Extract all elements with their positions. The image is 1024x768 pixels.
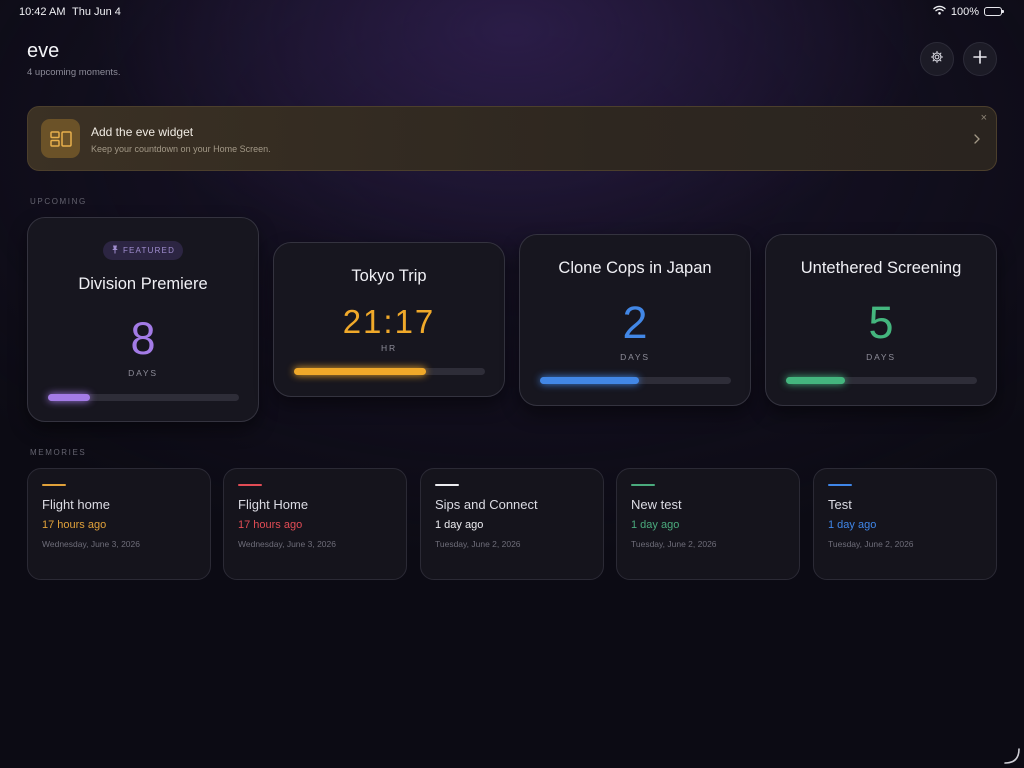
banner-close-button[interactable]: × bbox=[981, 113, 987, 124]
status-bar: 10:42 AM Thu Jun 4 100% bbox=[0, 0, 1024, 24]
event-card[interactable]: Clone Cops in Japan 2 DAYS bbox=[519, 234, 751, 406]
memory-date: Tuesday, June 2, 2026 bbox=[631, 539, 717, 549]
progress-fill bbox=[540, 377, 640, 384]
progress-fill bbox=[294, 368, 426, 375]
add-button[interactable] bbox=[963, 42, 997, 76]
event-title: Clone Cops in Japan bbox=[558, 259, 712, 277]
memory-time-ago: 17 hours ago bbox=[238, 519, 303, 531]
event-countdown: 21:17 bbox=[342, 303, 436, 340]
memory-time-ago: 1 day ago bbox=[435, 519, 484, 531]
event-title: Division Premiere bbox=[78, 275, 208, 293]
banner-subtitle: Keep your countdown on your Home Screen. bbox=[91, 144, 271, 154]
memory-time-ago: 17 hours ago bbox=[42, 519, 107, 531]
battery-percent: 100% bbox=[950, 5, 979, 18]
event-card[interactable]: FEATURED Division Premiere 8 DAYS bbox=[27, 217, 259, 422]
event-title: Untethered Screening bbox=[800, 259, 962, 277]
memory-title: Test bbox=[828, 497, 852, 512]
memory-card[interactable]: Flight home 17 hours ago Wednesday, June… bbox=[27, 468, 211, 580]
widget-banner[interactable]: Add the eve widget Keep your countdown o… bbox=[27, 106, 997, 171]
event-unit: DAYS bbox=[128, 368, 158, 378]
memory-date: Wednesday, June 3, 2026 bbox=[42, 539, 140, 549]
battery-icon bbox=[984, 7, 1004, 16]
status-indicators: 100% bbox=[933, 5, 1004, 18]
upcoming-section-label: UPCOMING bbox=[30, 197, 87, 206]
memory-accent bbox=[42, 484, 66, 486]
status-date: Thu Jun 4 bbox=[72, 6, 121, 18]
memory-time-ago: 1 day ago bbox=[828, 519, 877, 531]
memory-card[interactable]: Flight Home 17 hours ago Wednesday, June… bbox=[223, 468, 407, 580]
memory-time-ago: 1 day ago bbox=[631, 519, 680, 531]
app-title: eve bbox=[27, 40, 60, 62]
featured-label: FEATURED bbox=[122, 246, 176, 255]
event-unit: DAYS bbox=[866, 352, 896, 362]
progress-fill bbox=[48, 394, 91, 401]
featured-badge: FEATURED bbox=[103, 241, 183, 260]
memory-accent bbox=[238, 484, 262, 486]
settings-button[interactable] bbox=[920, 42, 954, 76]
status-time: 10:42 AM bbox=[19, 6, 66, 18]
resize-handle-icon bbox=[1003, 747, 1021, 768]
widget-icon bbox=[41, 119, 80, 158]
event-card[interactable]: Untethered Screening 5 DAYS bbox=[765, 234, 997, 406]
memory-date: Wednesday, June 3, 2026 bbox=[238, 539, 336, 549]
progress-track bbox=[294, 368, 485, 375]
chevron-right-icon bbox=[974, 131, 980, 149]
event-title: Tokyo Trip bbox=[351, 267, 427, 285]
memory-title: Flight home bbox=[42, 497, 110, 512]
memory-card[interactable]: Test 1 day ago Tuesday, June 2, 2026 bbox=[813, 468, 997, 580]
memory-title: New test bbox=[631, 497, 682, 512]
event-countdown: 2 bbox=[622, 297, 648, 348]
progress-fill bbox=[786, 377, 846, 384]
progress-track bbox=[786, 377, 977, 384]
app-subtitle: 4 upcoming moments. bbox=[27, 67, 121, 78]
memory-accent bbox=[631, 484, 655, 486]
wifi-icon bbox=[933, 5, 946, 18]
memory-date: Tuesday, June 2, 2026 bbox=[828, 539, 914, 549]
memory-accent bbox=[435, 484, 459, 486]
memory-accent bbox=[828, 484, 852, 486]
event-unit: HR bbox=[381, 343, 397, 353]
plus-icon bbox=[973, 49, 987, 69]
event-unit: DAYS bbox=[620, 352, 650, 362]
pin-icon bbox=[111, 245, 119, 256]
event-countdown: 5 bbox=[868, 297, 894, 348]
memories-section-label: MEMORIES bbox=[30, 448, 87, 457]
gear-icon bbox=[930, 50, 944, 69]
memory-card[interactable]: New test 1 day ago Tuesday, June 2, 2026 bbox=[616, 468, 800, 580]
progress-track bbox=[540, 377, 731, 384]
memory-date: Tuesday, June 2, 2026 bbox=[435, 539, 521, 549]
progress-track bbox=[48, 394, 239, 401]
event-countdown: 8 bbox=[130, 313, 156, 364]
event-card[interactable]: Tokyo Trip 21:17 HR bbox=[273, 242, 505, 397]
memory-title: Flight Home bbox=[238, 497, 309, 512]
banner-title: Add the eve widget bbox=[91, 125, 194, 139]
memory-card[interactable]: Sips and Connect 1 day ago Tuesday, June… bbox=[420, 468, 604, 580]
memory-title: Sips and Connect bbox=[435, 497, 538, 512]
